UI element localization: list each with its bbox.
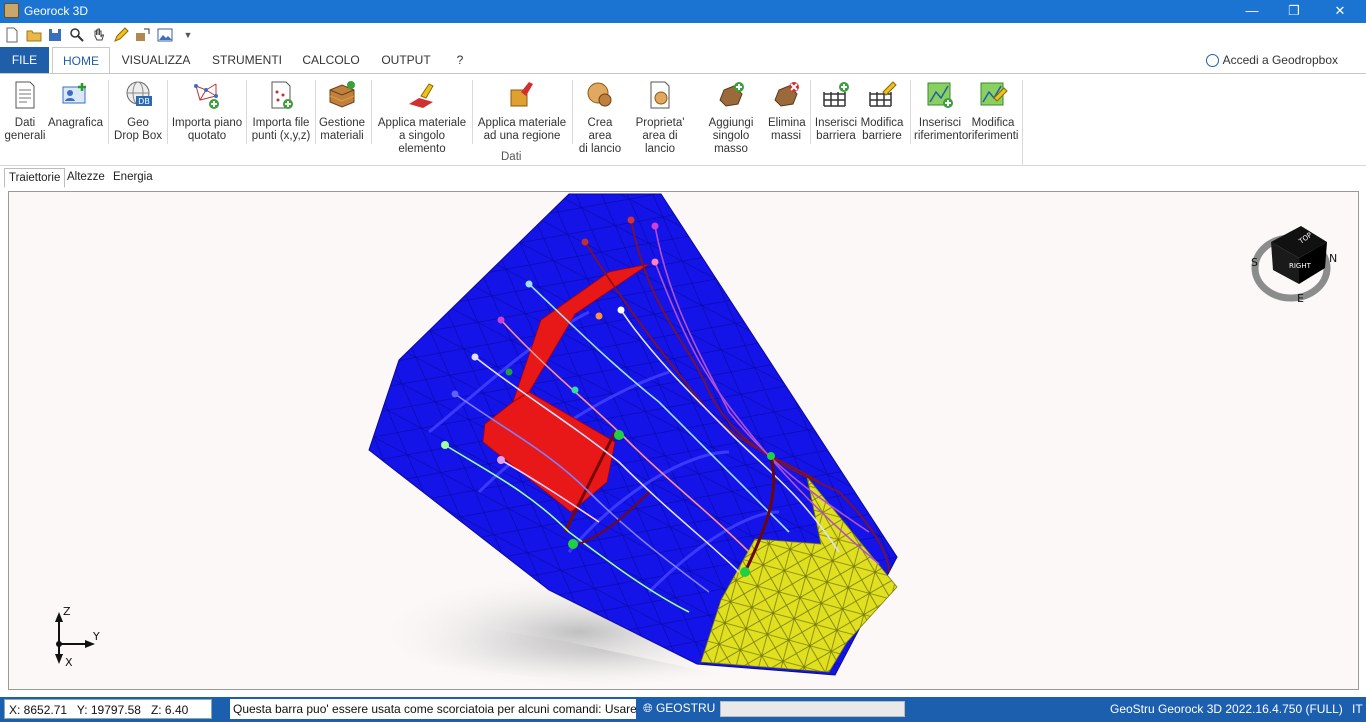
importa-piano-quotato-button[interactable]: Importa piano quotato: [171, 80, 243, 143]
tab-altezze[interactable]: Altezze: [63, 168, 109, 188]
view-tab-bar: Traiettorie Altezze Energia: [0, 166, 1366, 188]
tab-help[interactable]: ?: [450, 47, 470, 73]
geodropbox-globe-icon: DB: [126, 81, 152, 106]
dati-generali-button[interactable]: Dati generali: [4, 80, 46, 143]
ribbon-separator: [371, 80, 372, 144]
geostru-link[interactable]: 🌐︎ GEOSTRU: [643, 701, 715, 716]
user-icon: [1205, 54, 1219, 67]
applica-materiale-elemento-button[interactable]: Applica materiale a singolo elemento: [376, 80, 468, 156]
import-points-icon: [271, 81, 293, 109]
ribbon-separator: [810, 80, 811, 144]
language-indicator[interactable]: IT: [1352, 702, 1363, 716]
ribbon-separator: [910, 80, 911, 144]
modifica-barriere-button[interactable]: Modifica barriere: [859, 80, 905, 143]
applica-materiale-regione-button[interactable]: Applica materiale ad una regione: [476, 80, 568, 143]
compass-n-label: N: [1329, 252, 1337, 265]
importa-file-punti-button[interactable]: Importa file punti (x,y,z): [250, 80, 312, 143]
tab-strumenti[interactable]: STRUMENTI: [207, 47, 287, 73]
edit-barrier-icon: [869, 81, 897, 107]
pan-icon[interactable]: [91, 27, 107, 43]
ribbon-separator: [1022, 80, 1023, 166]
progress-bar: [720, 701, 905, 717]
status-bar: X: 8652.71 Y: 19797.58 Z: 6.40 Questa ba…: [0, 697, 1366, 722]
axis-y-label: Y: [92, 630, 100, 643]
ribbon-separator: [246, 80, 247, 144]
import-elevation-icon: [194, 83, 219, 109]
inserisci-riferimento-button[interactable]: Inserisci riferimento: [914, 80, 968, 143]
gestione-materiali-button[interactable]: Gestione materiali: [318, 80, 366, 143]
terrain-scene: [368, 193, 898, 689]
minimize-button[interactable]: —: [1229, 0, 1275, 23]
paint-element-icon: [409, 83, 434, 108]
insert-barrier-icon: [823, 82, 849, 107]
new-icon[interactable]: [4, 27, 20, 43]
tab-file[interactable]: FILE: [0, 47, 49, 73]
ribbon-home: Dati generali Anagrafica DB Geo Drop Box I…: [0, 73, 1366, 166]
coordinate-readout: X: 8652.71 Y: 19797.58 Z: 6.40: [4, 699, 212, 719]
ribbon-separator: [108, 80, 109, 144]
open-icon[interactable]: [26, 27, 42, 43]
paint-region-icon: [510, 82, 533, 107]
proprieta-area-lancio-button[interactable]: Proprieta' area di lancio: [627, 80, 693, 156]
coord-x: X: 8652.71: [9, 703, 68, 717]
materials-icon: [329, 81, 355, 108]
tab-calcolo[interactable]: CALCOLO: [298, 47, 364, 73]
tab-home[interactable]: HOME: [52, 47, 110, 74]
edit-reference-icon: [980, 82, 1008, 106]
compass-e-label: E: [1297, 292, 1304, 305]
compass-s-label: S: [1251, 256, 1258, 269]
anagrafica-button[interactable]: Anagrafica: [48, 80, 103, 130]
launch-area-icon: [587, 82, 612, 107]
title-bar: Georock 3D — ❐ ✕: [0, 0, 1366, 23]
ribbon-separator: [472, 80, 473, 144]
view-cube[interactable]: TOP RIGHT S N E: [1249, 220, 1339, 310]
ribbon-separator: [572, 80, 573, 144]
delete-boulders-icon: [774, 82, 799, 107]
geo-drop-box-button[interactable]: DB Geo Drop Box: [113, 80, 163, 143]
viewcube-front-label: RIGHT: [1289, 262, 1312, 270]
ribbon-group-label: Dati: [501, 151, 522, 163]
save-icon[interactable]: [47, 27, 63, 43]
elimina-massi-button[interactable]: Elimina massi: [768, 80, 806, 143]
coord-z: Z: 6.40: [150, 703, 189, 717]
svg-text:DB: DB: [138, 97, 150, 106]
zoom-icon[interactable]: [69, 27, 85, 43]
geodropbox-login-link[interactable]: Accedi a Geodropbox: [1205, 53, 1338, 67]
add-boulder-icon: [719, 82, 744, 107]
restore-button[interactable]: ❐: [1271, 0, 1317, 23]
coord-y: Y: 19797.58: [76, 703, 141, 717]
ribbon-tab-bar: FILE HOME VISUALIZZA STRUMENTI CALCOLO O…: [0, 47, 1366, 74]
document-icon: [15, 81, 35, 109]
customize-toolbar-icon[interactable]: ▼: [180, 27, 196, 43]
version-label: GeoStru Georock 3D 2022.16.4.750 (FULL): [1110, 702, 1343, 716]
quick-access-toolbar: ▼: [0, 23, 1366, 47]
id-card-icon: [62, 83, 86, 104]
tab-energia[interactable]: Energia: [109, 168, 157, 188]
axis-x-label: X: [65, 656, 73, 669]
3d-viewport[interactable]: TOP RIGHT S N E Z Y X: [8, 191, 1359, 690]
close-button[interactable]: ✕: [1317, 0, 1363, 23]
command-input[interactable]: Questa barra puo' essere usata come scor…: [230, 699, 636, 719]
modifica-riferimenti-button[interactable]: Modifica riferimenti: [968, 80, 1018, 143]
pencil-icon[interactable]: [113, 27, 129, 43]
ribbon-separator: [315, 80, 316, 144]
window-title: Georock 3D: [24, 4, 89, 18]
crea-area-lancio-button[interactable]: Crea area di lancio: [575, 80, 625, 156]
app-logo-icon: [4, 3, 19, 18]
launch-properties-icon: [650, 81, 670, 109]
tab-output[interactable]: OUTPUT: [375, 47, 437, 73]
insert-reference-icon: [927, 82, 953, 108]
tab-visualizza[interactable]: VISUALIZZA: [118, 47, 194, 73]
aggiungi-singolo-masso-button[interactable]: Aggiungi singolo masso: [697, 80, 765, 156]
axis-triad: Z Y X: [55, 605, 100, 669]
image-import-icon[interactable]: [135, 27, 151, 43]
picture-icon[interactable]: [157, 27, 173, 43]
inserisci-barriera-button[interactable]: Inserisci barriera: [814, 80, 858, 143]
globe-icon: 🌐︎: [643, 701, 653, 715]
ribbon-separator: [167, 80, 168, 144]
tab-traiettorie[interactable]: Traiettorie: [4, 168, 66, 188]
axis-z-label: Z: [63, 605, 71, 618]
